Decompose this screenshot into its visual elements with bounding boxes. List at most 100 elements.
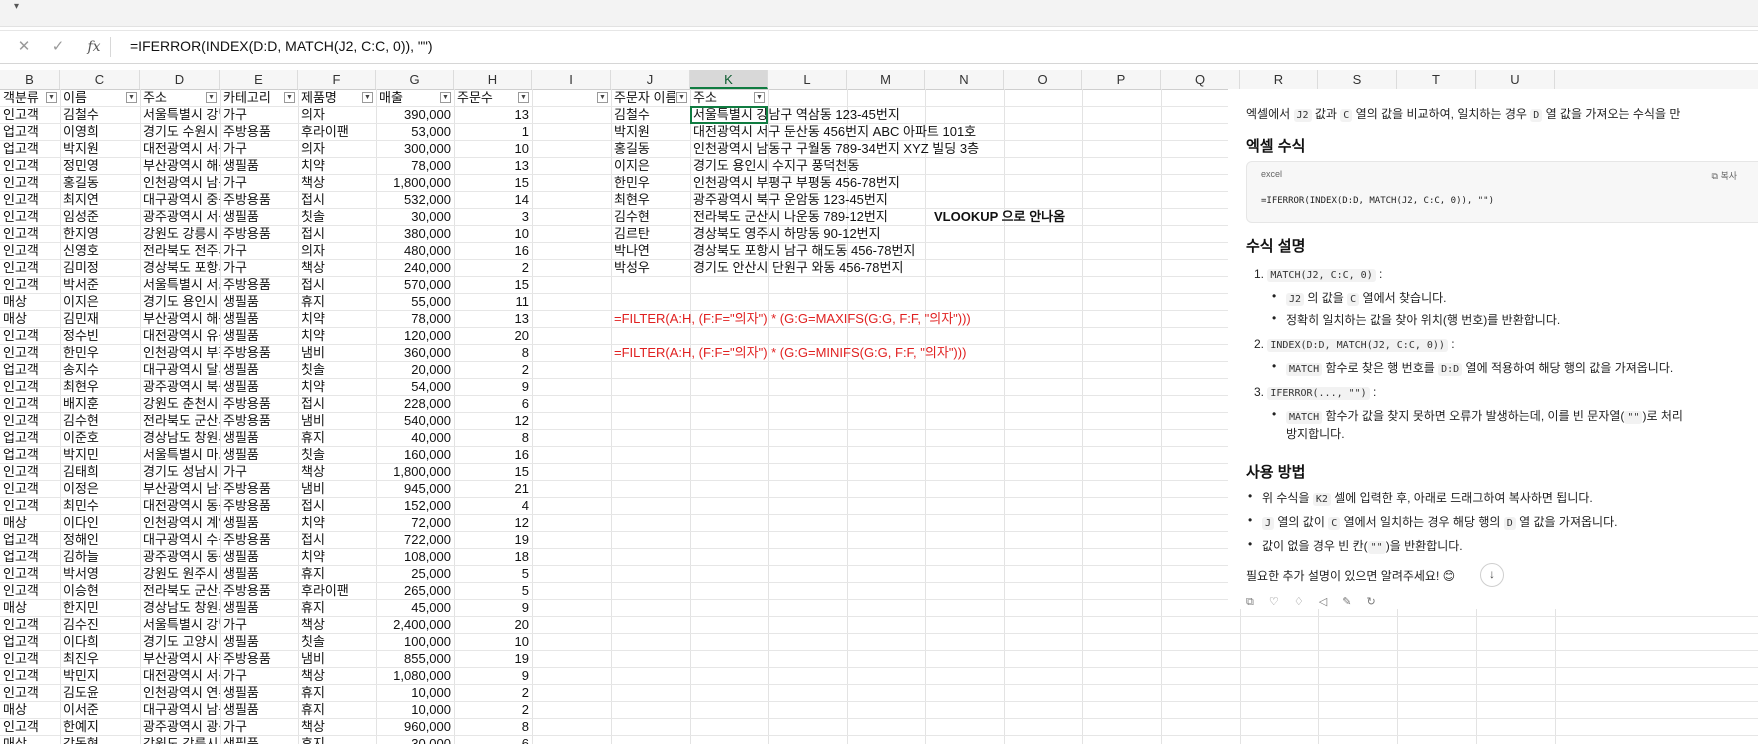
table-cell[interactable]: 120,000 (376, 327, 454, 344)
table-cell[interactable]: 김수현 (611, 208, 690, 225)
filter-dropdown-icon[interactable]: ▼ (676, 92, 687, 103)
table-cell[interactable]: 인천광역시 남동구 구월동 789-34번지 XYZ 빌딩 3층 (690, 140, 1020, 157)
column-header-p[interactable]: P (1082, 70, 1161, 89)
table-cell[interactable]: 임성준 (60, 208, 140, 225)
table-cell[interactable]: 대구광역시 수성구 (140, 531, 220, 548)
table-cell[interactable]: 경상북도 포항시 (140, 259, 220, 276)
table-cell[interactable]: 김도윤 (60, 684, 140, 701)
table-cell[interactable]: 14 (454, 191, 532, 208)
table-cell[interactable]: 냄비 (298, 412, 376, 429)
column-header-h[interactable]: H (454, 70, 532, 89)
table-header-cell[interactable]: 주소 (690, 89, 753, 106)
table-cell[interactable]: 인고객 (0, 276, 60, 293)
table-cell[interactable]: 10,000 (376, 701, 454, 718)
table-cell[interactable]: 가구 (220, 718, 298, 735)
table-cell[interactable]: 주방용품 (220, 531, 298, 548)
table-cell[interactable]: 박나연 (611, 242, 690, 259)
table-cell[interactable]: 송지수 (60, 361, 140, 378)
table-cell[interactable]: 19 (454, 650, 532, 667)
table-cell[interactable]: 인고객 (0, 718, 60, 735)
table-cell[interactable]: 인고객 (0, 650, 60, 667)
table-cell[interactable]: 가구 (220, 667, 298, 684)
table-cell[interactable]: 휴지 (298, 293, 376, 310)
message-actions[interactable]: ⧉ ♡ ♢ ◁ ✎ ↻ (1246, 595, 1382, 609)
table-cell[interactable]: 광주광역시 광산구 (140, 718, 220, 735)
table-cell[interactable]: 이준호 (60, 429, 140, 446)
table-cell[interactable]: 1 (454, 123, 532, 140)
table-cell[interactable]: 김태희 (60, 463, 140, 480)
table-header-cell[interactable]: 이름 (60, 89, 125, 106)
table-cell[interactable]: 인천광역시 계양구 (140, 514, 220, 531)
table-cell[interactable]: 대전광역시 동구 (140, 497, 220, 514)
table-cell[interactable]: 치약 (298, 514, 376, 531)
table-cell[interactable]: 박지원 (611, 123, 690, 140)
table-cell[interactable]: 72,000 (376, 514, 454, 531)
table-cell[interactable]: 인고객 (0, 191, 60, 208)
table-cell[interactable]: 강원도 원주시 (140, 565, 220, 582)
quick-access-dropdown-icon[interactable]: ▾ (14, 1, 19, 12)
table-cell[interactable]: 532,000 (376, 191, 454, 208)
table-cell[interactable]: 한지영 (60, 225, 140, 242)
table-cell[interactable]: 가구 (220, 174, 298, 191)
table-cell[interactable]: 치약 (298, 378, 376, 395)
table-cell[interactable]: 업고객 (0, 123, 60, 140)
table-cell[interactable]: 인고객 (0, 497, 60, 514)
table-cell[interactable]: 후라이팬 (298, 582, 376, 599)
table-cell[interactable]: 박성우 (611, 259, 690, 276)
table-cell[interactable]: 주방용품 (220, 412, 298, 429)
table-cell[interactable]: 생필품 (220, 633, 298, 650)
table-cell[interactable]: 30,000 (376, 208, 454, 225)
table-cell[interactable]: 칫솔 (298, 361, 376, 378)
table-cell[interactable]: 매상 (0, 735, 60, 744)
table-cell[interactable]: 152,000 (376, 497, 454, 514)
table-cell[interactable]: 김수진 (60, 616, 140, 633)
table-cell[interactable]: 대구광역시 남구 (140, 701, 220, 718)
table-cell[interactable]: 960,000 (376, 718, 454, 735)
table-cell[interactable]: 10,000 (376, 684, 454, 701)
table-cell[interactable]: 전라북도 군산시 (140, 412, 220, 429)
table-cell[interactable]: 한민우 (60, 344, 140, 361)
table-cell[interactable]: 김미정 (60, 259, 140, 276)
table-cell[interactable]: 가구 (220, 259, 298, 276)
table-cell[interactable]: 접시 (298, 395, 376, 412)
filter-dropdown-icon[interactable]: ▼ (518, 92, 529, 103)
table-cell[interactable]: 인고객 (0, 157, 60, 174)
column-header-d[interactable]: D (140, 70, 220, 89)
column-header-m[interactable]: M (847, 70, 925, 89)
table-cell[interactable]: 인고객 (0, 582, 60, 599)
filter-dropdown-icon[interactable]: ▼ (754, 92, 765, 103)
table-cell[interactable]: 전라북도 전주시 (140, 242, 220, 259)
table-cell[interactable]: 108,000 (376, 548, 454, 565)
table-cell[interactable]: 최현우 (60, 378, 140, 395)
table-header-cell[interactable]: 카테고리 (220, 89, 283, 106)
table-cell[interactable]: 서울특별시 강남구 (140, 106, 220, 123)
table-cell[interactable]: 생필품 (220, 378, 298, 395)
table-header-cell[interactable]: 주문수 (454, 89, 517, 106)
table-cell[interactable]: 인고객 (0, 616, 60, 633)
x-icon[interactable]: ✕ (14, 38, 34, 56)
table-cell[interactable]: 치약 (298, 157, 376, 174)
table-cell[interactable]: 40,000 (376, 429, 454, 446)
table-cell[interactable]: 김철수 (60, 106, 140, 123)
table-cell[interactable]: 김하늘 (60, 548, 140, 565)
table-cell[interactable]: 인고객 (0, 684, 60, 701)
table-cell[interactable]: 78,000 (376, 310, 454, 327)
table-cell[interactable]: 생필품 (220, 514, 298, 531)
table-cell[interactable]: 매상 (0, 293, 60, 310)
table-cell[interactable]: 정민영 (60, 157, 140, 174)
table-cell[interactable]: 855,000 (376, 650, 454, 667)
filter-dropdown-icon[interactable]: ▼ (284, 92, 295, 103)
table-cell[interactable]: 생필품 (220, 701, 298, 718)
table-cell[interactable]: 인천광역시 남동구 (140, 174, 220, 191)
table-cell[interactable]: 정수빈 (60, 327, 140, 344)
table-cell[interactable]: 30,000 (376, 735, 454, 744)
table-cell[interactable]: 1,800,000 (376, 463, 454, 480)
table-cell[interactable]: 휴지 (298, 684, 376, 701)
table-cell[interactable]: 접시 (298, 225, 376, 242)
table-cell[interactable]: 주방용품 (220, 582, 298, 599)
table-cell[interactable]: 경기도 용인시 (140, 293, 220, 310)
table-cell[interactable]: 가구 (220, 616, 298, 633)
table-cell[interactable]: 휴지 (298, 599, 376, 616)
table-cell[interactable]: 의자 (298, 242, 376, 259)
table-cell[interactable]: 칫솔 (298, 633, 376, 650)
